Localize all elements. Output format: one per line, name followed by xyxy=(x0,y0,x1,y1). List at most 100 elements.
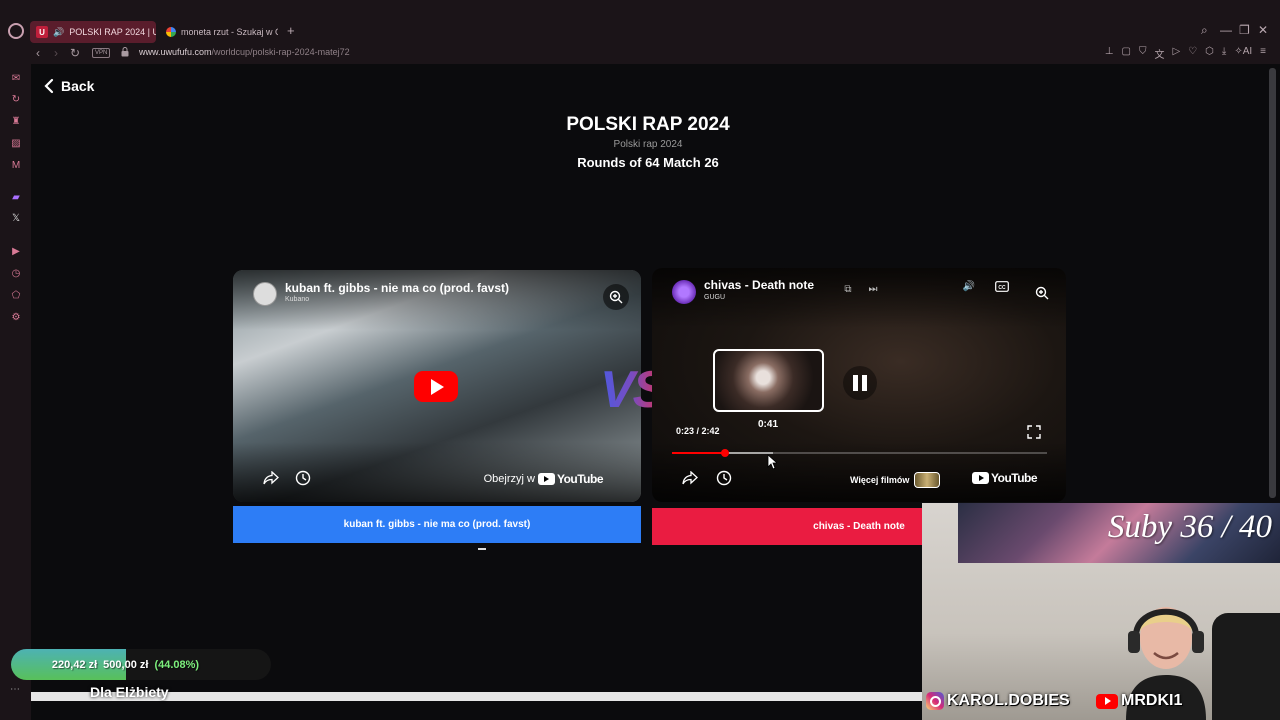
progress-scrubber[interactable] xyxy=(720,449,729,457)
video-title[interactable]: chivas - Death note xyxy=(704,278,814,292)
donation-current: 220,42 zł xyxy=(51,658,98,671)
youtube-play-button[interactable] xyxy=(414,371,458,402)
seek-preview-time: 0:41 xyxy=(758,419,779,430)
video-title[interactable]: kuban ft. gibbs - nie ma co (prod. favst… xyxy=(285,281,509,295)
right-video-player[interactable]: chivas - Death note GUGU ⧉ ⏭ 🔊 CC 0:41 0… xyxy=(652,268,1066,502)
restore-button[interactable]: ❐ xyxy=(1239,23,1250,37)
share-icon[interactable] xyxy=(682,470,698,486)
mouse-cursor-icon xyxy=(767,454,777,470)
back-button[interactable]: Back xyxy=(43,78,94,94)
vote-left-button[interactable]: kuban ft. gibbs - nie ma co (prod. favst… xyxy=(233,506,641,543)
download-icon[interactable]: ⤓ xyxy=(1222,46,1226,61)
zoom-icon[interactable] xyxy=(603,284,629,310)
close-button[interactable]: ✕ xyxy=(1258,23,1268,37)
snapshot-icon[interactable]: ▢ xyxy=(1122,46,1131,61)
left-video-player[interactable]: kuban ft. gibbs - nie ma co (prod. favst… xyxy=(233,270,641,502)
video-channel[interactable]: Kubano xyxy=(285,296,309,303)
svg-text:CC: CC xyxy=(998,284,1006,290)
shield-icon[interactable]: ⛉ xyxy=(1139,46,1147,61)
player-icon[interactable]: ▶ xyxy=(10,245,22,257)
donation-goal: 500,00 zł xyxy=(103,658,149,671)
volume-icon[interactable]: 🔊 xyxy=(962,279,976,293)
forward-nav-icon[interactable]: › xyxy=(54,46,58,60)
heart-icon[interactable]: ♡ xyxy=(1188,46,1197,61)
refresh-icon[interactable]: ↻ xyxy=(10,93,22,105)
reload-icon[interactable]: ↻ xyxy=(70,46,80,60)
watch-later-icon[interactable] xyxy=(295,470,311,486)
channel-avatar[interactable] xyxy=(672,280,696,304)
history-icon[interactable]: ◷ xyxy=(10,267,22,279)
url-domain: www.uwufufu.com xyxy=(139,47,212,57)
youtube-logo-icon[interactable]: YouTube xyxy=(972,471,1038,485)
tab-bar: U 🔊 POLSKI RAP 2024 | Uw moneta rzut - S… xyxy=(0,18,1280,44)
minimize-button[interactable]: — xyxy=(1220,23,1232,37)
round-label: Rounds of 64 Match 26 xyxy=(577,155,719,170)
ai-button[interactable]: ✧AI xyxy=(1234,46,1252,61)
gaming-chair xyxy=(1212,613,1280,720)
progress-bar[interactable] xyxy=(672,449,1047,457)
menu-icon[interactable]: ≡ xyxy=(1260,46,1266,61)
opera-logo-icon[interactable] xyxy=(8,23,24,39)
gamepad-icon[interactable]: ♜ xyxy=(10,115,22,127)
donation-goal-bar: 220,42 zł 500,00 zł (44.08%) xyxy=(11,649,271,680)
webcam-overlay: Suby 36 / 40 KAROL.DOBIES MRDKI1 xyxy=(922,503,1280,720)
more-videos-thumbnail xyxy=(914,472,941,488)
tab-moneta-rzut[interactable]: moneta rzut - Szukaj w Go xyxy=(160,21,278,43)
tab-polski-rap[interactable]: U 🔊 POLSKI RAP 2024 | Uw xyxy=(30,21,156,43)
video-channel[interactable]: GUGU xyxy=(704,294,725,301)
youtube-logo-icon: YouTube xyxy=(537,472,604,486)
notes-icon[interactable]: ▨ xyxy=(10,137,22,149)
browser-chrome: U 🔊 POLSKI RAP 2024 | Uw moneta rzut - S… xyxy=(0,0,1280,64)
url-field[interactable]: www.uwufufu.com/worldcup/polski-rap-2024… xyxy=(139,47,350,57)
extensions-sidebar-icon[interactable]: ⬠ xyxy=(10,289,22,301)
messages-icon[interactable]: ✉ xyxy=(10,72,22,84)
extensions-icon[interactable]: ⬡ xyxy=(1205,46,1214,61)
channel-avatar[interactable] xyxy=(253,282,277,306)
progress-played xyxy=(672,452,725,454)
youtube-handle: MRDKI1 xyxy=(1096,692,1182,710)
zoom-icon[interactable] xyxy=(1029,280,1055,306)
miniplayer-icon[interactable]: ⧉ xyxy=(841,282,855,296)
mail-app-icon[interactable]: M xyxy=(10,159,22,171)
pin-icon[interactable]: ⊥ xyxy=(1105,46,1114,61)
scrollbar-thumb[interactable] xyxy=(1269,68,1276,498)
watch-on-youtube-link[interactable]: Obejrzyj w YouTube xyxy=(484,472,604,486)
page-title: POLSKI RAP 2024 xyxy=(566,114,730,135)
new-tab-button[interactable]: + xyxy=(287,23,295,38)
tab-label: moneta rzut - Szukaj w Go xyxy=(181,27,278,37)
x-icon[interactable]: 𝕏 xyxy=(10,212,22,224)
back-nav-icon[interactable]: ‹ xyxy=(36,46,40,60)
extension-icons: ⊥ ▢ ⛉ 文 ▷ ♡ ⬡ ⤓ ✧AI ≡ xyxy=(1105,46,1266,61)
back-label: Back xyxy=(61,78,95,94)
youtube-wordmark: YouTube xyxy=(556,472,604,486)
share-icon[interactable] xyxy=(263,470,279,486)
instagram-icon xyxy=(926,692,944,710)
uwufufu-favicon-icon: U xyxy=(36,26,48,38)
youtube-handle-label: MRDKI1 xyxy=(1121,692,1183,709)
more-icon[interactable]: ⋯ xyxy=(10,684,20,695)
fullscreen-icon[interactable] xyxy=(1027,425,1041,439)
youtube-wordmark: YouTube xyxy=(991,471,1038,485)
donation-text: 220,42 zł 500,00 zł (44.08%) xyxy=(11,649,240,680)
google-favicon-icon xyxy=(166,27,176,37)
twitch-icon[interactable]: ▰ xyxy=(10,191,22,203)
watch-later-icon[interactable] xyxy=(716,470,732,486)
more-videos-button[interactable]: Więcej filmów xyxy=(850,472,941,488)
play-icon[interactable]: ▷ xyxy=(1172,46,1180,61)
instagram-label: KAROL.DOBIES xyxy=(947,692,1070,709)
translate-icon[interactable]: 文 xyxy=(1154,46,1164,61)
address-bar: ‹ › ↻ VPN www.uwufufu.com/worldcup/polsk… xyxy=(0,44,1280,64)
captions-icon[interactable]: CC xyxy=(995,279,1009,293)
youtube-icon xyxy=(1096,693,1118,709)
browser-sidebar: ✉ ↻ ♜ ▨ M ▰ 𝕏 ▶ ◷ ⬠ ⚙ ⋯ xyxy=(0,64,31,720)
pause-button[interactable] xyxy=(843,366,877,400)
next-icon[interactable]: ⏭ xyxy=(866,282,880,296)
instagram-handle: KAROL.DOBIES xyxy=(926,692,1070,710)
search-tabs-icon[interactable]: ⌕ xyxy=(1201,23,1208,38)
vpn-badge[interactable]: VPN xyxy=(92,48,111,58)
vote-right-label: chivas - Death note xyxy=(813,521,905,532)
settings-icon[interactable]: ⚙ xyxy=(10,311,22,323)
ai-label: AI xyxy=(1242,46,1253,57)
subs-counter: Suby 36 / 40 xyxy=(1107,509,1272,545)
chevron-left-icon xyxy=(44,78,54,94)
